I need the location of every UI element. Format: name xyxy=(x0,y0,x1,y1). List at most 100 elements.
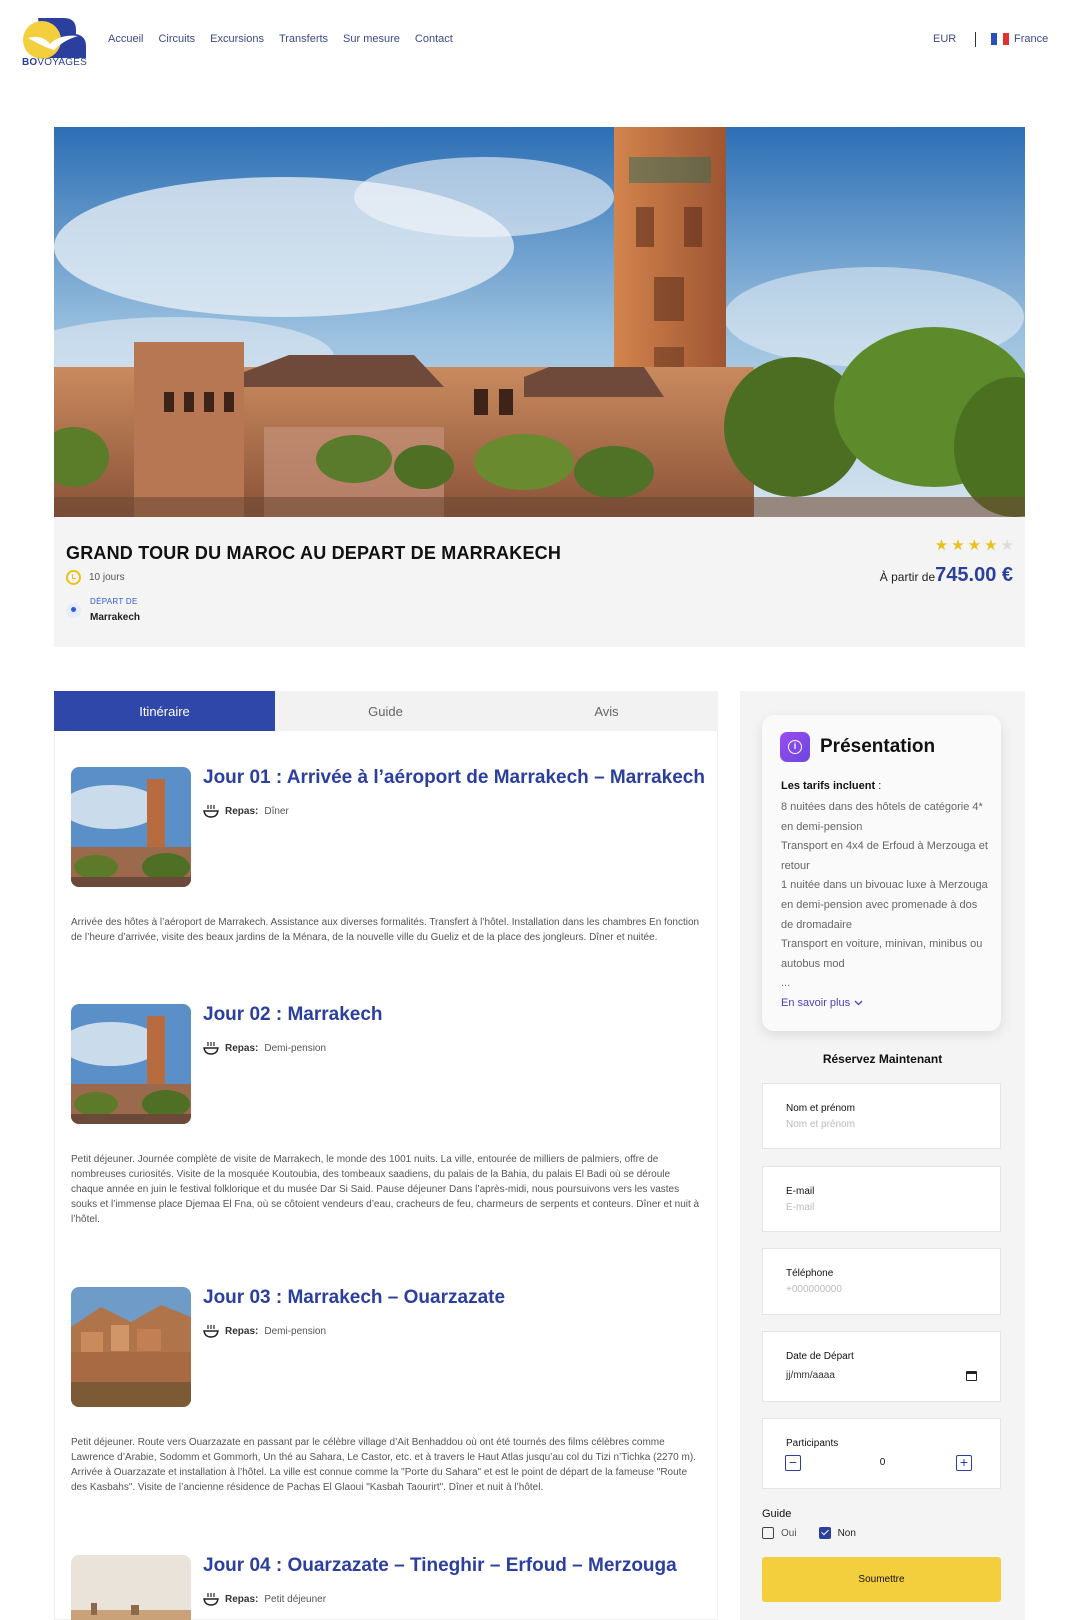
day-image-ait-benhaddou xyxy=(71,1287,191,1407)
hero-image-koutoubia xyxy=(54,127,1025,517)
included-item: 1 nuitée dans un bivouac luxe à Merzouga… xyxy=(781,879,988,931)
email-input[interactable] xyxy=(786,1202,981,1213)
plus-icon[interactable]: + xyxy=(956,1455,972,1471)
day-description: Petit déjeuner. Journée complète de visi… xyxy=(71,1154,700,1225)
meal-value: Demi-pension xyxy=(264,1042,327,1054)
booking-sidebar: i Présentation Les tarifs incluent : 8 n… xyxy=(740,691,1025,1620)
day-meal: Repas: Demi-pension xyxy=(203,1041,326,1055)
phone-label: Téléphone xyxy=(786,1268,834,1279)
name-label: Nom et prénom xyxy=(786,1103,855,1114)
included-item: Transport en voiture, minivan, minibus o… xyxy=(781,938,983,970)
meal-label: Repas: xyxy=(225,1325,259,1337)
tab-itineraire[interactable]: Itinéraire xyxy=(54,691,275,731)
tour-price: À partir de 745.00 € xyxy=(880,564,1013,587)
logo-wordmark: BOVOYAGES xyxy=(22,57,87,68)
day-title: Jour 01 : Arrivée à l’aéroport de Marrak… xyxy=(203,767,705,788)
day-title: Jour 03 : Marrakech – Ouarzazate xyxy=(203,1287,506,1308)
star-icon: ★ xyxy=(1000,537,1014,554)
checkbox-oui[interactable] xyxy=(762,1527,774,1539)
itinerary-panel: Jour 01 : Arrivée à l’aéroport de Marrak… xyxy=(54,731,718,1620)
meal-label: Repas: xyxy=(225,1593,259,1605)
nav-contact[interactable]: Contact xyxy=(415,33,453,45)
meal-label: Repas: xyxy=(225,1042,259,1054)
chevron-down-icon xyxy=(854,1000,863,1006)
meal-bowl-icon xyxy=(203,805,219,818)
read-more-label: En savoir plus xyxy=(781,997,851,1009)
tour-summary: GRAND TOUR DU MAROC AU DEPART DE MARRAKE… xyxy=(54,517,1025,647)
date-input[interactable]: jj/mm/aaaa xyxy=(786,1370,981,1381)
clock-icon xyxy=(66,570,81,585)
nav-excursions[interactable]: Excursions xyxy=(210,33,264,45)
email-field: E-mail xyxy=(762,1166,1001,1232)
checkbox-non[interactable] xyxy=(818,1527,831,1539)
phone-input[interactable] xyxy=(786,1284,981,1295)
meal-label: Repas: xyxy=(225,805,259,817)
name-field: Nom et prénom xyxy=(762,1083,1001,1149)
main-nav: Accueil Circuits Excursions Transferts S… xyxy=(108,33,453,45)
presentation-card: i Présentation Les tarifs incluent : 8 n… xyxy=(762,715,1001,1031)
included-item: Transport en 4x4 de Erfoud à Merzouga et… xyxy=(781,840,988,872)
day-description: Arrivée des hôtes à l’aéroport de Marrak… xyxy=(71,917,700,943)
info-icon: i xyxy=(780,732,810,762)
meal-value: Petit déjeuner xyxy=(264,1593,327,1605)
tab-guide[interactable]: Guide xyxy=(275,691,496,731)
duration-value: 10 jours xyxy=(89,572,125,583)
included-list: 8 nuitées dans des hôtels de catégorie 4… xyxy=(781,798,989,994)
meal-bowl-icon xyxy=(203,1325,219,1338)
day-title: Jour 04 : Ouarzazate – Tineghir – Erfoud… xyxy=(203,1555,677,1576)
nav-circuits[interactable]: Circuits xyxy=(158,33,195,45)
nav-accueil[interactable]: Accueil xyxy=(108,33,143,45)
day-image-desert xyxy=(71,1555,191,1620)
departure-city: Marrakech xyxy=(90,612,141,623)
day-image-koutoubia xyxy=(71,1004,191,1124)
france-flag-icon xyxy=(991,33,1009,45)
star-icon: ★ xyxy=(951,537,965,554)
day-meal: Repas: Dîner xyxy=(203,804,289,818)
guide-option-non[interactable]: Non xyxy=(818,1527,856,1539)
nav-transferts[interactable]: Transferts xyxy=(279,33,328,45)
submit-button[interactable]: Soumettre xyxy=(762,1557,1001,1602)
star-icon: ★ xyxy=(984,537,998,554)
star-icon: ★ xyxy=(967,537,982,554)
departure-date-field: Date de Départ jj/mm/aaaa xyxy=(762,1331,1001,1402)
calendar-icon[interactable] xyxy=(966,1371,977,1381)
included-item: 8 nuitées dans des hôtels de catégorie 4… xyxy=(781,801,983,833)
guide-option-oui[interactable]: Oui xyxy=(762,1527,797,1539)
meal-value: Dîner xyxy=(264,805,289,817)
tour-title: GRAND TOUR DU MAROC AU DEPART DE MARRAKE… xyxy=(66,543,562,563)
phone-field: Téléphone xyxy=(762,1248,1001,1315)
guide-options: Oui Non xyxy=(762,1527,870,1539)
site-header: BOVOYAGES Accueil Circuits Excursions Tr… xyxy=(0,0,1080,84)
meal-bowl-icon xyxy=(203,1042,219,1055)
day-meal: Repas: Demi-pension xyxy=(203,1324,326,1338)
day-title: Jour 02 : Marrakech xyxy=(203,1004,383,1025)
price-prefix: À partir de xyxy=(879,570,936,584)
participants-field: Participants − 0 + xyxy=(762,1418,1001,1489)
date-label: Date de Départ xyxy=(786,1351,854,1362)
departure-label: DÉPART DE xyxy=(90,597,138,606)
star-icon: ★ xyxy=(934,537,949,554)
read-more-link[interactable]: En savoir plus xyxy=(781,997,863,1009)
language-selector[interactable]: France xyxy=(991,33,1048,45)
participants-label: Participants xyxy=(786,1438,839,1449)
nav-sur-mesure[interactable]: Sur mesure xyxy=(343,33,400,45)
language-label: France xyxy=(1014,33,1049,45)
booking-title: Réservez Maintenant xyxy=(822,1052,943,1066)
meal-bowl-icon xyxy=(203,1593,219,1606)
currency-selector[interactable]: EUR xyxy=(933,33,956,45)
included-item: ... xyxy=(781,977,791,990)
meal-value: Demi-pension xyxy=(264,1325,327,1337)
price-value: 745.00 € xyxy=(935,564,1013,586)
day-description: Petit déjeuner. Route vers Ouarzazate en… xyxy=(71,1437,696,1493)
tour-duration: 10 jours xyxy=(66,570,125,585)
tour-departure: DÉPART DE Marrakech xyxy=(66,597,140,623)
rating-stars: ★ ★ ★ ★ ★ xyxy=(935,538,1014,553)
guide-label: Guide xyxy=(762,1508,792,1520)
name-input[interactable] xyxy=(786,1119,981,1130)
email-label: E-mail xyxy=(786,1186,815,1197)
included-heading: Les tarifs incluent : xyxy=(781,780,882,792)
tab-avis[interactable]: Avis xyxy=(496,691,717,731)
presentation-title: Présentation xyxy=(820,736,936,757)
day-image-koutoubia xyxy=(71,767,191,887)
header-divider xyxy=(975,32,976,47)
